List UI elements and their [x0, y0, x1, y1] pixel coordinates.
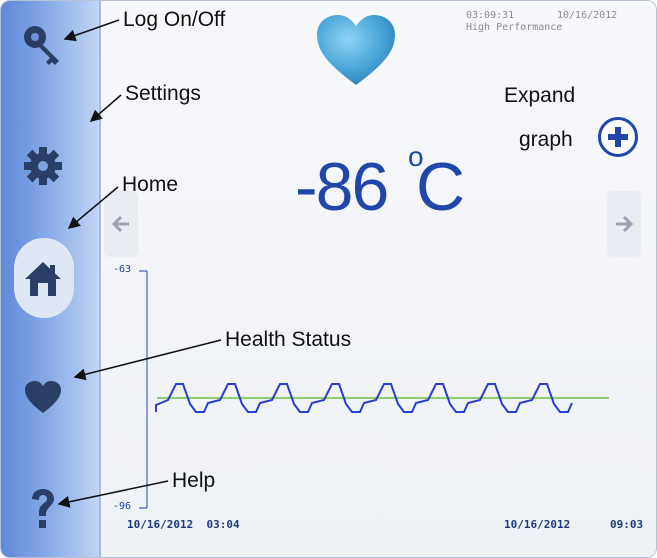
status-date: 10/16/2012 [557, 10, 618, 21]
gear-icon [24, 147, 62, 185]
performance-mode: High Performance [466, 22, 563, 33]
arrow-left-icon [111, 215, 129, 233]
sidebar [1, 1, 99, 557]
expand-graph-button[interactable] [598, 117, 638, 157]
prev-page-button[interactable] [104, 191, 138, 257]
status-time: 03:09:31 [466, 10, 515, 21]
x-axis-start-label: 10/16/2012 03:04 [127, 518, 240, 531]
arrow-right-icon [616, 215, 634, 233]
home-icon [25, 262, 61, 296]
plus-icon [608, 127, 628, 147]
help-button[interactable] [13, 479, 73, 539]
annotation-graph: graph [519, 128, 573, 151]
annotation-settings: Settings [125, 82, 201, 105]
health-indicator-heart-icon [313, 11, 399, 94]
health-status-button[interactable] [13, 367, 73, 427]
device-display: 03:09:31 10/16/2012 High Performance -86… [0, 0, 657, 558]
annotation-expand: Expand [504, 84, 576, 107]
settings-button[interactable] [13, 136, 73, 196]
home-button[interactable] [13, 249, 73, 309]
y-axis-min-label: -96 [113, 501, 132, 512]
next-page-button[interactable] [607, 191, 641, 257]
temperature-value: -86 [295, 149, 389, 225]
annotation-home: Home [122, 173, 179, 196]
key-icon [24, 26, 59, 65]
annotation-log-on-off: Log On/Off [123, 8, 226, 31]
x-axis-end-time: 09:03 [610, 518, 644, 531]
question-icon [32, 489, 54, 528]
log-on-off-button[interactable] [13, 15, 73, 75]
y-axis-max-label: -63 [113, 264, 132, 275]
heart-icon [25, 381, 61, 413]
annotation-health-status: Health Status [225, 328, 352, 351]
annotation-help: Help [172, 469, 216, 492]
x-axis-end-date: 10/16/2012 [504, 518, 571, 531]
temperature-unit: C [416, 149, 466, 225]
